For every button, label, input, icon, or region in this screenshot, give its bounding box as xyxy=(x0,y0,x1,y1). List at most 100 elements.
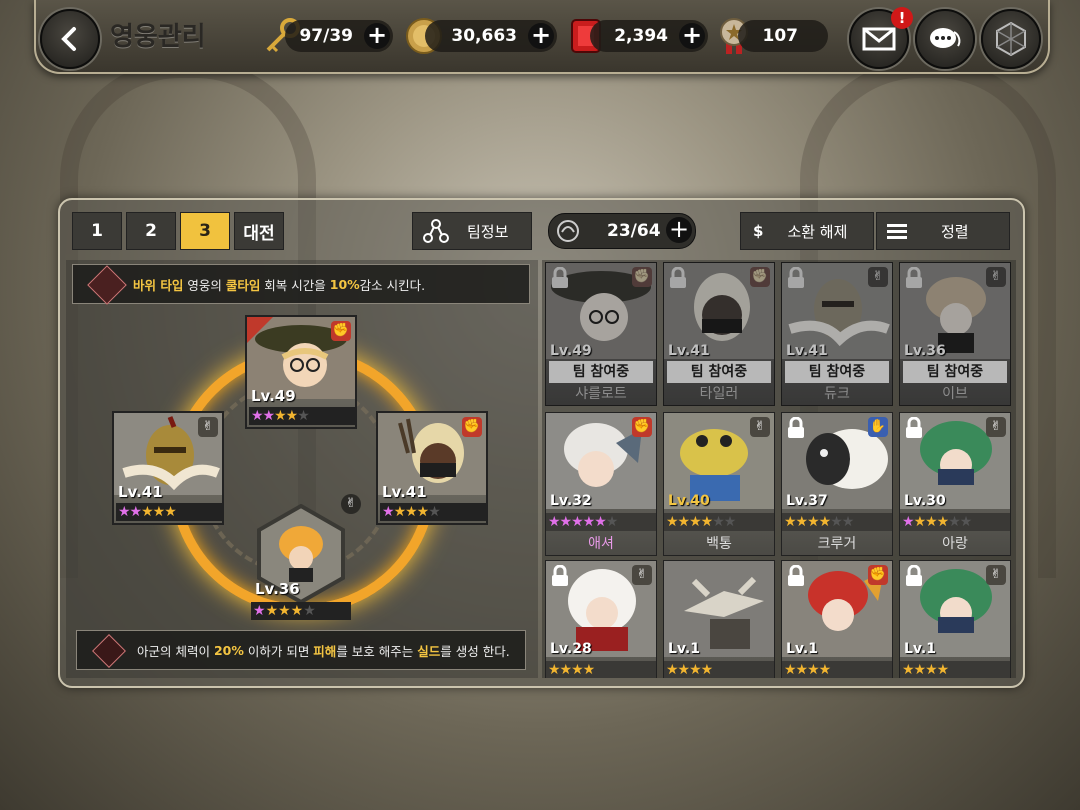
sort-button[interactable]: 정렬 xyxy=(876,212,1010,250)
team-slot-1[interactable]: ✊ Lv.49 ★★★★★ xyxy=(245,315,357,429)
release-summon-label: 소환 해제 xyxy=(787,222,848,241)
lock-icon xyxy=(788,267,804,288)
hero-level: Lv.41 xyxy=(668,343,710,359)
key-count: 97/39 xyxy=(299,26,353,46)
medal-count: 107 xyxy=(762,26,799,46)
lock-icon xyxy=(906,417,922,438)
team-tab-2[interactable]: 2 xyxy=(126,212,176,250)
in-team-label: 팀 참여중 xyxy=(903,361,1007,383)
scissors-element-icon: ✌ xyxy=(632,565,652,585)
team-info-label: 팀정보 xyxy=(467,222,509,241)
rock-element-icon: ✊ xyxy=(632,267,652,287)
medal-counter: 107 xyxy=(738,20,828,52)
chat-button[interactable] xyxy=(915,9,975,69)
lock-icon xyxy=(906,565,922,586)
hero-level: Lv.49 xyxy=(550,343,592,359)
passive-skill-text: 20% xyxy=(213,642,244,658)
team-slot-level: Lv.36 xyxy=(255,580,300,598)
hero-card[interactable]: ✌ Lv.41 팀 참여중 듀크 xyxy=(781,262,893,406)
rock-element-icon: ✊ xyxy=(868,565,888,585)
hero-card[interactable]: ✌ Lv.40 ★★★★★★ 백통 xyxy=(663,412,775,556)
team-tab-1[interactable]: 1 xyxy=(72,212,122,250)
hero-level: Lv.1 xyxy=(904,641,936,657)
hero-card[interactable]: Lv.1 ★★★★ xyxy=(663,560,775,678)
hero-level: Lv.28 xyxy=(550,641,592,657)
add-hero-slot-button[interactable]: + xyxy=(666,217,692,243)
sort-label: 정렬 xyxy=(941,222,969,241)
lock-icon xyxy=(906,267,922,288)
mail-icon xyxy=(862,27,896,51)
chat-icon xyxy=(930,28,961,48)
hero-name: 듀크 xyxy=(824,386,850,402)
team-slot-3[interactable]: ✊ Lv.41 ★★★★★ xyxy=(376,411,488,525)
dollar-icon: $ xyxy=(753,222,764,240)
scissors-element-icon: ✌ xyxy=(198,417,218,437)
hero-card[interactable]: ✊ Lv.1 ★★★★ xyxy=(781,560,893,678)
hero-level: Lv.40 xyxy=(668,493,710,509)
star-rating: ★★★★★★ xyxy=(546,513,656,531)
scissors-element-icon: ✌ xyxy=(986,267,1006,287)
leader-badge xyxy=(247,317,273,343)
team-slot-level: Lv.49 xyxy=(251,387,296,405)
hero-level: Lv.41 xyxy=(786,343,828,359)
medic-cross-icon xyxy=(92,634,126,668)
hero-level: Lv.36 xyxy=(904,343,946,359)
hero-card[interactable]: ✌ Lv.36 팀 참여중 이브 xyxy=(899,262,1011,406)
hero-card[interactable]: ✊ Lv.41 팀 참여중 타일러 xyxy=(663,262,775,406)
hero-list-grid: ✊ Lv.49 팀 참여중 샤를로트 ✊ Lv.41 팀 참여중 타일러 ✌ L… xyxy=(542,260,1016,678)
team-info-button[interactable]: 팀정보 xyxy=(412,212,532,250)
leader-skill-text: 회복 시간을 xyxy=(260,277,330,293)
add-gem-button[interactable]: + xyxy=(679,23,705,49)
team-slot-4[interactable]: ✌ Lv.36 ★★★★★ xyxy=(251,494,361,622)
leader-skill-text: 10% xyxy=(329,276,360,292)
leader-skill-text: 영웅의 xyxy=(183,277,226,293)
menu-button[interactable] xyxy=(981,9,1041,69)
rock-element-icon: ✊ xyxy=(462,417,482,437)
gold-count: 30,663 xyxy=(451,26,517,46)
star-rating: ★★★★ xyxy=(664,661,774,678)
lock-icon xyxy=(552,267,568,288)
hero-level: Lv.1 xyxy=(668,641,700,657)
hero-name: 백통 xyxy=(706,536,732,552)
passive-skill-text: 이하가 되면 xyxy=(243,643,314,659)
hero-level: Lv.32 xyxy=(550,493,592,509)
hero-level: Lv.30 xyxy=(904,493,946,509)
star-rating: ★★★★★ xyxy=(249,407,355,425)
leader-skill-text: 쿨타임 xyxy=(225,277,261,293)
star-rating: ★★★★★ xyxy=(380,503,486,521)
hero-head-icon xyxy=(557,220,579,242)
hero-card[interactable]: ✌ Lv.1 ★★★★ xyxy=(899,560,1011,678)
hero-card[interactable]: ✊ Lv.32 ★★★★★★ 애셔 xyxy=(545,412,657,556)
hero-card[interactable]: ✋ Lv.37 ★★★★★★ 크루거 xyxy=(781,412,893,556)
release-summon-button[interactable]: $ 소환 해제 xyxy=(740,212,874,250)
team-slot-level: Lv.41 xyxy=(118,483,163,501)
scissors-element-icon: ✌ xyxy=(986,565,1006,585)
passive-skill-text: 를 보호 해주는 xyxy=(336,643,418,659)
in-team-label: 팀 참여중 xyxy=(549,361,653,383)
hero-card[interactable]: ✌ Lv.30 ★★★★★★ 아랑 xyxy=(899,412,1011,556)
team-tab-battle[interactable]: 대전 xyxy=(234,212,284,250)
hero-card[interactable]: ✊ Lv.49 팀 참여중 샤를로트 xyxy=(545,262,657,406)
paper-element-icon: ✋ xyxy=(868,417,888,437)
back-button[interactable] xyxy=(40,9,100,69)
hexagon-menu-icon xyxy=(996,21,1026,57)
hero-count-display: 23/64 + xyxy=(548,213,696,249)
star-rating: ★★★★★ xyxy=(116,503,222,521)
team-tab-3[interactable]: 3 xyxy=(180,212,230,250)
hero-name: 아랑 xyxy=(942,536,968,552)
team-slot-2[interactable]: ✌ Lv.41 ★★★★★ xyxy=(112,411,224,525)
add-key-button[interactable]: + xyxy=(364,23,390,49)
hamburger-icon xyxy=(887,224,907,239)
hero-count: 23/64 xyxy=(607,221,661,241)
leader-skill-bar: 바위 타입 영웅의 쿨타임 회복 시간을 10% 감소 시킨다. xyxy=(72,264,530,305)
mail-button[interactable]: ! xyxy=(849,7,913,69)
add-gold-button[interactable]: + xyxy=(528,23,554,49)
leader-skill-text: 바위 타입 xyxy=(133,277,184,293)
team-network-icon xyxy=(423,219,449,243)
hero-card[interactable]: ✌ Lv.28 ★★★★ xyxy=(545,560,657,678)
gem-count: 2,394 xyxy=(614,26,668,46)
star-rating: ★★★★★★ xyxy=(782,513,892,531)
passive-skill-bar: 아군의 체력이 20% 이하가 되면 피해 를 보호 해주는 실드 를 생성 한… xyxy=(76,630,526,670)
gem-counter: 2,394 + xyxy=(590,20,708,52)
lock-icon xyxy=(552,565,568,586)
